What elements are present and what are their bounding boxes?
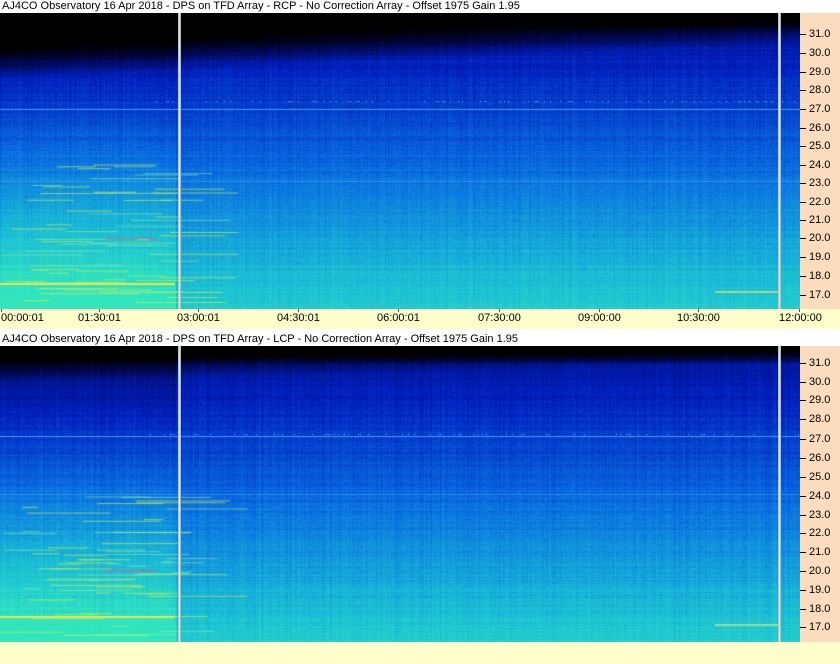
y-tick-label: 18.0 bbox=[809, 603, 831, 615]
y-tick-label: 21.0 bbox=[809, 546, 831, 558]
y-tick bbox=[800, 165, 806, 166]
y-tick-label: 24.0 bbox=[809, 159, 831, 171]
y-tick-label: 19.0 bbox=[809, 584, 831, 596]
time-label: 01:30:01 bbox=[78, 312, 121, 324]
y-tick-label: 25.0 bbox=[809, 471, 831, 483]
y-tick-label: 17.0 bbox=[809, 621, 831, 633]
y-tick-label: 28.0 bbox=[809, 84, 831, 96]
y-tick-label: 26.0 bbox=[809, 452, 831, 464]
y-tick-label: 27.0 bbox=[809, 103, 831, 115]
y-tick bbox=[800, 552, 806, 553]
y-tick bbox=[800, 53, 806, 54]
y-tick-label: 29.0 bbox=[809, 394, 831, 406]
y-tick bbox=[800, 477, 806, 478]
y-tick-label: 26.0 bbox=[809, 122, 831, 134]
frequency-axis-lcp: 31.0 30.0 29.0 28.0 27.0 26.0 25.0 24.0 … bbox=[800, 346, 840, 642]
time-axis: 00:00:01 01:30:01 03:00:01 04:30:01 06:0… bbox=[0, 309, 840, 329]
y-tick bbox=[800, 496, 806, 497]
y-tick-label: 25.0 bbox=[809, 140, 831, 152]
y-tick bbox=[800, 571, 806, 572]
y-tick bbox=[800, 257, 806, 258]
y-tick bbox=[800, 382, 806, 383]
time-marker-line bbox=[178, 13, 181, 309]
y-tick bbox=[800, 72, 806, 73]
time-marker-line bbox=[778, 13, 781, 309]
y-tick bbox=[800, 419, 806, 420]
y-tick bbox=[800, 146, 806, 147]
y-tick bbox=[800, 627, 806, 628]
y-tick-label: 22.0 bbox=[809, 196, 831, 208]
time-label: 07:30:00 bbox=[478, 312, 521, 324]
time-label: 03:00:01 bbox=[177, 312, 220, 324]
y-tick-label: 17.0 bbox=[809, 289, 831, 301]
y-tick-label: 20.0 bbox=[809, 565, 831, 577]
spectrogram-canvas-rcp bbox=[0, 13, 800, 309]
time-marker-line bbox=[178, 346, 181, 642]
y-tick bbox=[800, 183, 806, 184]
y-tick bbox=[800, 220, 806, 221]
y-tick-label: 30.0 bbox=[809, 376, 831, 388]
y-tick bbox=[800, 533, 806, 534]
y-tick-label: 30.0 bbox=[809, 47, 831, 59]
time-axis-bottom bbox=[0, 642, 840, 664]
panel-title-rcp: AJ4CO Observatory 16 Apr 2018 - DPS on T… bbox=[2, 0, 520, 12]
time-label: 10:30:00 bbox=[677, 312, 720, 324]
y-tick-label: 29.0 bbox=[809, 66, 831, 78]
time-label: 12:00:00 bbox=[779, 312, 822, 324]
y-tick bbox=[800, 590, 806, 591]
y-tick bbox=[800, 109, 806, 110]
y-tick-label: 27.0 bbox=[809, 433, 831, 445]
y-tick bbox=[800, 238, 806, 239]
y-tick-label: 19.0 bbox=[809, 251, 831, 263]
y-tick bbox=[800, 128, 806, 129]
y-tick-label: 22.0 bbox=[809, 527, 831, 539]
spectrogram-canvas-lcp bbox=[0, 346, 800, 642]
spectrogram-lcp[interactable] bbox=[0, 346, 800, 642]
y-tick bbox=[800, 400, 806, 401]
y-tick-label: 23.0 bbox=[809, 177, 831, 189]
y-tick bbox=[800, 202, 806, 203]
y-tick-label: 24.0 bbox=[809, 490, 831, 502]
y-tick bbox=[800, 609, 806, 610]
y-tick bbox=[800, 515, 806, 516]
frequency-axis-rcp: 31.0 30.0 29.0 28.0 27.0 26.0 25.0 24.0 … bbox=[800, 13, 840, 309]
time-label: 04:30:01 bbox=[277, 312, 320, 324]
y-tick-label: 21.0 bbox=[809, 214, 831, 226]
y-tick-label: 18.0 bbox=[809, 270, 831, 282]
panel-title-lcp: AJ4CO Observatory 16 Apr 2018 - DPS on T… bbox=[2, 333, 519, 345]
y-tick bbox=[800, 276, 806, 277]
y-tick bbox=[800, 458, 806, 459]
spectrogram-rcp[interactable] bbox=[0, 13, 800, 309]
y-tick-label: 31.0 bbox=[809, 357, 831, 369]
y-tick-label: 28.0 bbox=[809, 413, 831, 425]
time-label: 00:00:01 bbox=[1, 312, 44, 324]
y-tick bbox=[800, 295, 806, 296]
y-tick bbox=[800, 363, 806, 364]
y-tick-label: 23.0 bbox=[809, 509, 831, 521]
time-label: 09:00:00 bbox=[578, 312, 621, 324]
time-marker-line bbox=[778, 346, 781, 642]
y-tick bbox=[800, 34, 806, 35]
y-tick-label: 31.0 bbox=[809, 28, 831, 40]
y-tick-label: 20.0 bbox=[809, 232, 831, 244]
y-tick bbox=[800, 90, 806, 91]
y-tick bbox=[800, 439, 806, 440]
time-label: 06:00:01 bbox=[377, 312, 420, 324]
